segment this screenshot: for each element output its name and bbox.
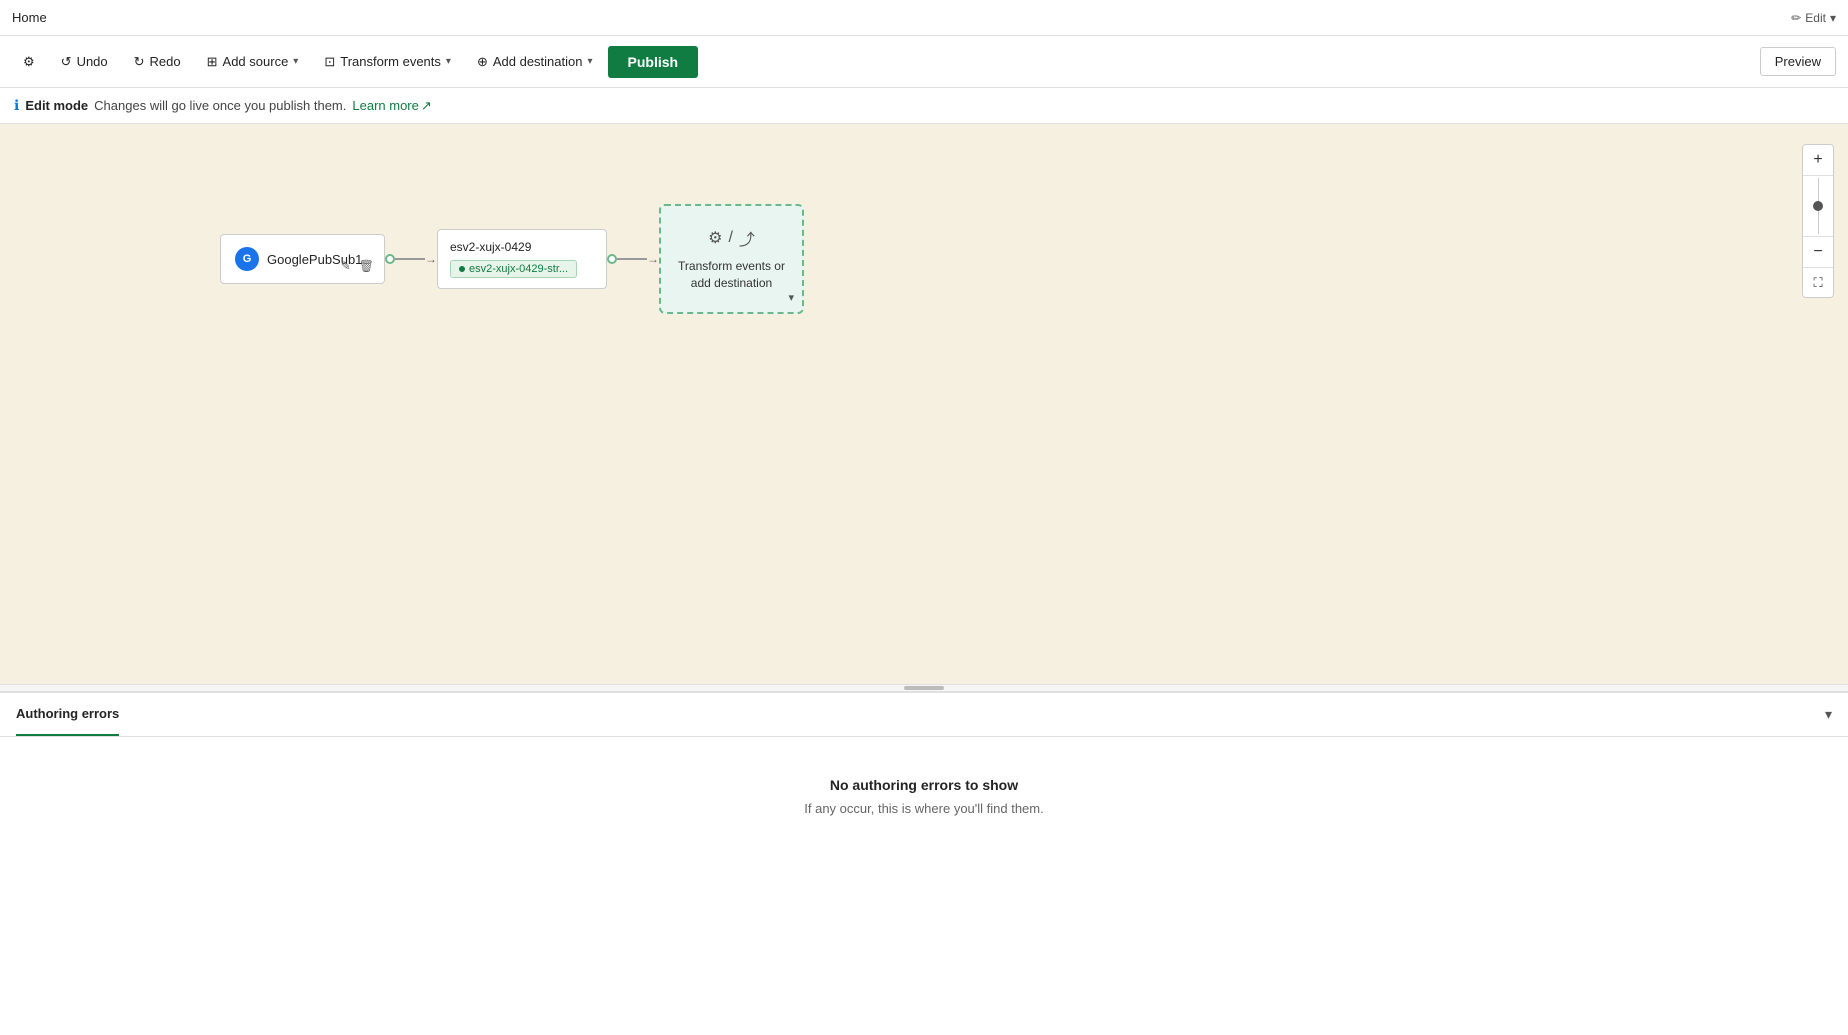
connector-line-1 (395, 258, 425, 260)
event-tag-text: esv2-xujx-0429-str... (469, 263, 568, 275)
undo-icon: ↺ (61, 54, 72, 70)
redo-label: Redo (150, 54, 181, 69)
delete-trash-icon: 🗑 (359, 259, 374, 273)
toolbar: ⚙ ↺ Undo ↻ Redo ⊞ Add source ▾ ⊡ Transfo… (0, 36, 1848, 88)
transform-gear-icon: ⚙ (708, 228, 722, 248)
publish-button[interactable]: Publish (608, 46, 699, 78)
external-link-icon: ↗ (421, 98, 432, 114)
connector-dot-2 (607, 254, 617, 264)
info-bar: ℹ Edit mode Changes will go live once yo… (0, 88, 1848, 124)
edit-pencil-icon: ✎ (341, 259, 351, 273)
publish-label: Publish (628, 54, 679, 70)
zoom-controls: + − ⛶ (1802, 144, 1834, 298)
transform-events-label: Transform events (340, 54, 441, 69)
source-node-actions: ✎ 🗑 (339, 257, 376, 275)
preview-button[interactable]: Preview (1760, 47, 1836, 76)
destination-arrow-icon: ⤴ (739, 226, 755, 250)
preview-label: Preview (1775, 54, 1821, 69)
settings-icon: ⚙ (23, 54, 35, 70)
tag-dot-icon (459, 266, 465, 272)
pencil-icon: ✏ (1791, 11, 1801, 25)
errors-toggle-button[interactable]: ▾ (1825, 706, 1832, 723)
zoom-indicator (1813, 201, 1823, 211)
info-message: Changes will go live once you publish th… (94, 98, 346, 113)
zoom-plus-icon: + (1813, 151, 1822, 169)
title-bar-left: Home (12, 10, 47, 25)
arrow-icon-1: → (425, 252, 437, 266)
zoom-minus-icon: − (1813, 243, 1822, 261)
destination-text: Transform events or add destination (661, 258, 802, 292)
connector-2: → (607, 252, 659, 266)
connector-1: → (385, 252, 437, 266)
add-destination-caret-icon: ▾ (587, 56, 592, 67)
source-node[interactable]: G GooglePubSub1 ✎ 🗑 (220, 234, 385, 284)
errors-empty-title: No authoring errors to show (830, 777, 1018, 793)
title-bar: Home ✏ Edit ▾ (0, 0, 1848, 36)
drag-pill (904, 686, 944, 690)
toolbar-right: Preview (1760, 47, 1836, 76)
add-destination-label: Add destination (493, 54, 583, 69)
transform-icon: ⊡ (324, 54, 335, 70)
edit-mode-label: Edit mode (25, 98, 88, 113)
arrow-icon-2: → (647, 252, 659, 266)
learn-link-text: Learn more (352, 98, 418, 113)
redo-button[interactable]: ↻ Redo (123, 47, 192, 77)
add-source-button[interactable]: ⊞ Add source ▾ (196, 47, 310, 77)
source-edit-button[interactable]: ✎ (339, 257, 353, 275)
errors-empty-subtitle: If any occur, this is where you'll find … (804, 801, 1043, 816)
event-node-title: esv2-xujx-0429 (450, 240, 594, 254)
canvas: G GooglePubSub1 ✎ 🗑 → esv2-xujx-0429 (0, 124, 1848, 684)
fit-view-button[interactable]: ⛶ (1803, 267, 1833, 297)
edit-button[interactable]: ✏ Edit ▾ (1791, 11, 1836, 25)
zoom-in-button[interactable]: + (1803, 145, 1833, 175)
errors-body: No authoring errors to show If any occur… (0, 737, 1848, 856)
flow-area: G GooglePubSub1 ✎ 🗑 → esv2-xujx-0429 (220, 204, 804, 314)
edit-caret-icon: ▾ (1830, 11, 1836, 25)
info-icon: ℹ (14, 97, 19, 114)
destination-caret-icon: ▾ (788, 291, 794, 304)
google-pubsub-icon: G (235, 247, 259, 271)
add-source-caret-icon: ▾ (293, 56, 298, 67)
title-bar-right: ✏ Edit ▾ (1791, 11, 1836, 25)
destination-node[interactable]: ⚙ / ⤴ Transform events or add destinatio… (659, 204, 804, 314)
errors-panel: Authoring errors ▾ No authoring errors t… (0, 692, 1848, 856)
resize-handle[interactable] (0, 684, 1848, 692)
event-node-tag: esv2-xujx-0429-str... (450, 260, 577, 278)
errors-header: Authoring errors ▾ (0, 693, 1848, 737)
connector-dot-1 (385, 254, 395, 264)
toolbar-left: ⚙ ↺ Undo ↻ Redo ⊞ Add source ▾ ⊡ Transfo… (12, 46, 698, 78)
add-destination-icon: ⊕ (477, 54, 488, 70)
add-source-icon: ⊞ (207, 54, 218, 70)
connector-line-2 (617, 258, 647, 260)
home-title: Home (12, 10, 47, 25)
errors-panel-title: Authoring errors (16, 706, 119, 723)
fit-icon: ⛶ (1813, 275, 1822, 291)
zoom-out-button[interactable]: − (1803, 237, 1833, 267)
destination-icons: ⚙ / ⤴ (708, 226, 755, 250)
learn-more-link[interactable]: Learn more ↗ (352, 98, 431, 114)
errors-toggle-icon: ▾ (1825, 706, 1832, 722)
add-source-label: Add source (223, 54, 289, 69)
zoom-slider[interactable] (1803, 176, 1833, 236)
undo-button[interactable]: ↺ Undo (50, 47, 119, 77)
undo-label: Undo (77, 54, 108, 69)
event-node[interactable]: esv2-xujx-0429 esv2-xujx-0429-str... (437, 229, 607, 289)
edit-label: Edit (1805, 11, 1826, 25)
source-delete-button[interactable]: 🗑 (357, 257, 376, 275)
transform-caret-icon: ▾ (446, 56, 451, 67)
settings-button[interactable]: ⚙ (12, 47, 46, 77)
destination-separator: / (728, 229, 732, 247)
redo-icon: ↻ (134, 54, 145, 70)
add-destination-button[interactable]: ⊕ Add destination ▾ (466, 47, 604, 77)
transform-events-button[interactable]: ⊡ Transform events ▾ (313, 47, 462, 77)
